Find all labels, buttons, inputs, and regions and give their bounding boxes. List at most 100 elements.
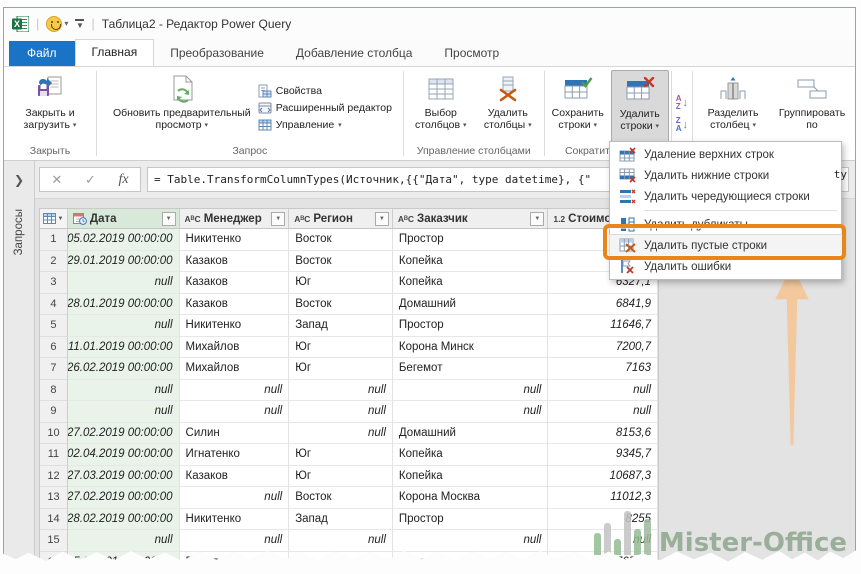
filter-dropdown-button[interactable]: ▼ <box>271 212 285 226</box>
table-cell[interactable]: null <box>68 380 180 402</box>
table-cell[interactable]: 02.04.2019 00:00:00 <box>68 444 180 466</box>
table-cell[interactable]: null <box>180 401 290 423</box>
table-cell[interactable]: null <box>289 380 393 402</box>
refresh-preview-button[interactable]: Обновить предварительный просмотр ▾ <box>108 70 256 145</box>
table-cell[interactable]: null <box>289 530 393 552</box>
table-cell[interactable]: Михайлов <box>180 337 290 359</box>
table-cell[interactable]: Простор <box>393 229 548 251</box>
table-cell[interactable]: Корона Минск <box>393 337 548 359</box>
table-cell[interactable]: Юг <box>289 272 393 294</box>
row-number[interactable]: 2 <box>40 251 68 273</box>
row-number[interactable]: 5 <box>40 315 68 337</box>
remove-rows-button[interactable]: Удалить строки ▾ <box>611 70 669 145</box>
table-cell[interactable]: Казаков <box>180 272 290 294</box>
table-cell[interactable]: Юг <box>289 337 393 359</box>
table-cell[interactable]: 27.02.2019 00:00:00 <box>68 423 180 445</box>
choose-columns-button[interactable]: Выбор столбцов ▾ <box>408 70 474 145</box>
row-number[interactable]: 1 <box>40 229 68 251</box>
table-cell[interactable]: Простор <box>393 315 548 337</box>
filter-dropdown-button[interactable]: ▼ <box>375 212 389 226</box>
manage-button[interactable]: Управление ▾ <box>258 118 392 132</box>
row-number[interactable]: 14 <box>40 509 68 531</box>
table-cell[interactable]: 28.01.2019 00:00:00 <box>68 294 180 316</box>
table-cell[interactable]: 29.01.2019 00:00:00 <box>68 251 180 273</box>
split-column-button[interactable]: Разделить столбец ▾ <box>696 70 770 145</box>
table-cell[interactable]: 11646,7 <box>548 315 658 337</box>
table-cell[interactable]: Казаков <box>180 251 290 273</box>
table-cell[interactable]: 11.01.2019 00:00:00 <box>68 337 180 359</box>
table-cell[interactable]: null <box>548 380 658 402</box>
table-cell[interactable]: Силин <box>180 423 290 445</box>
tab-file[interactable]: Файл <box>9 41 75 66</box>
row-number[interactable]: 12 <box>40 466 68 488</box>
remove-columns-button[interactable]: Удалить столбцы ▾ <box>476 70 540 145</box>
tab-view[interactable]: Просмотр <box>428 41 515 66</box>
quick-access-smiley-button[interactable]: ▾ <box>46 16 68 32</box>
table-cell[interactable]: null <box>68 272 180 294</box>
advanced-editor-button[interactable]: Расширенный редактор <box>258 101 392 115</box>
column-header-2[interactable]: AᴮCМенеджер▼ <box>180 209 290 228</box>
table-cell[interactable]: Казаков <box>180 294 290 316</box>
check-icon[interactable]: ✓ <box>85 172 96 188</box>
table-cell[interactable]: null <box>393 380 548 402</box>
table-cell[interactable]: 15.03.2019 00:00:00 <box>68 552 180 574</box>
table-cell[interactable]: 8153,6 <box>548 423 658 445</box>
column-header-4[interactable]: AᴮCЗаказчик▼ <box>393 209 548 228</box>
table-cell[interactable]: Восток <box>289 294 393 316</box>
table-cell[interactable]: Корона Москва <box>393 487 548 509</box>
table-cell[interactable]: null <box>393 401 548 423</box>
table-cell[interactable]: 27.02.2019 00:00:00 <box>68 487 180 509</box>
table-cell[interactable]: null <box>180 380 290 402</box>
table-cell[interactable]: Запад <box>289 509 393 531</box>
table-cell[interactable]: 05.02.2019 00:00:00 <box>68 229 180 251</box>
table-cell[interactable]: Копейка <box>393 466 548 488</box>
table-cell[interactable]: Восток <box>289 487 393 509</box>
tab-add-column[interactable]: Добавление столбца <box>280 41 429 66</box>
table-cell[interactable]: null <box>393 530 548 552</box>
table-cell[interactable]: Казаков <box>180 466 290 488</box>
table-cell[interactable]: Никитенко <box>180 509 290 531</box>
table-cell[interactable]: 26.02.2019 00:00:00 <box>68 358 180 380</box>
sort-ascending-button[interactable]: AZ ↓ <box>676 95 688 111</box>
tab-home[interactable]: Главная <box>75 39 155 66</box>
customize-toolbar-button[interactable]: ▼ <box>75 19 84 28</box>
table-cell[interactable]: 9345,7 <box>548 444 658 466</box>
row-number[interactable]: 4 <box>40 294 68 316</box>
row-number[interactable]: 15 <box>40 530 68 552</box>
table-cell[interactable]: null <box>68 401 180 423</box>
table-cell[interactable]: Юг <box>289 358 393 380</box>
menu-item-2[interactable]: Удалить нижние строки <box>610 165 841 186</box>
tab-transform[interactable]: Преобразование <box>154 41 280 66</box>
table-cell[interactable]: 11012,3 <box>548 487 658 509</box>
table-cell[interactable]: Соседи <box>393 552 548 574</box>
row-number[interactable]: 10 <box>40 423 68 445</box>
row-number[interactable]: 9 <box>40 401 68 423</box>
table-cell[interactable]: null <box>180 530 290 552</box>
column-header-1[interactable]: Дата▼ <box>68 209 180 228</box>
table-cell[interactable]: Юг <box>289 552 393 574</box>
table-cell[interactable]: null <box>289 401 393 423</box>
table-cell[interactable]: 10687,3 <box>548 466 658 488</box>
row-number[interactable]: 13 <box>40 487 68 509</box>
table-cell[interactable]: Юг <box>289 466 393 488</box>
table-cell[interactable]: 6841,9 <box>548 294 658 316</box>
table-cell[interactable]: Простор <box>393 509 548 531</box>
cancel-icon[interactable]: ✕ <box>51 172 62 188</box>
table-cell[interactable]: Михайлов <box>180 358 290 380</box>
table-cell[interactable]: Копейка <box>393 272 548 294</box>
table-cell[interactable]: null <box>548 401 658 423</box>
keep-rows-button[interactable]: Сохранить строки ▾ <box>547 70 609 145</box>
table-cell[interactable]: Копейка <box>393 444 548 466</box>
table-cell[interactable]: Домашний <box>393 294 548 316</box>
filter-dropdown-button[interactable]: ▼ <box>162 212 176 226</box>
fx-icon[interactable]: fx <box>119 172 129 188</box>
filter-dropdown-button[interactable]: ▼ <box>530 212 544 226</box>
table-cell[interactable]: 27.03.2019 00:00:00 <box>68 466 180 488</box>
properties-button[interactable]: Свойства <box>258 84 392 98</box>
row-number[interactable]: 11 <box>40 444 68 466</box>
table-corner-button[interactable]: ▼ <box>40 209 68 228</box>
table-cell[interactable]: null <box>180 487 290 509</box>
table-cell[interactable]: Игнатенко <box>180 444 290 466</box>
column-header-3[interactable]: AᴮCРегион▼ <box>289 209 393 228</box>
row-number[interactable]: 7 <box>40 358 68 380</box>
